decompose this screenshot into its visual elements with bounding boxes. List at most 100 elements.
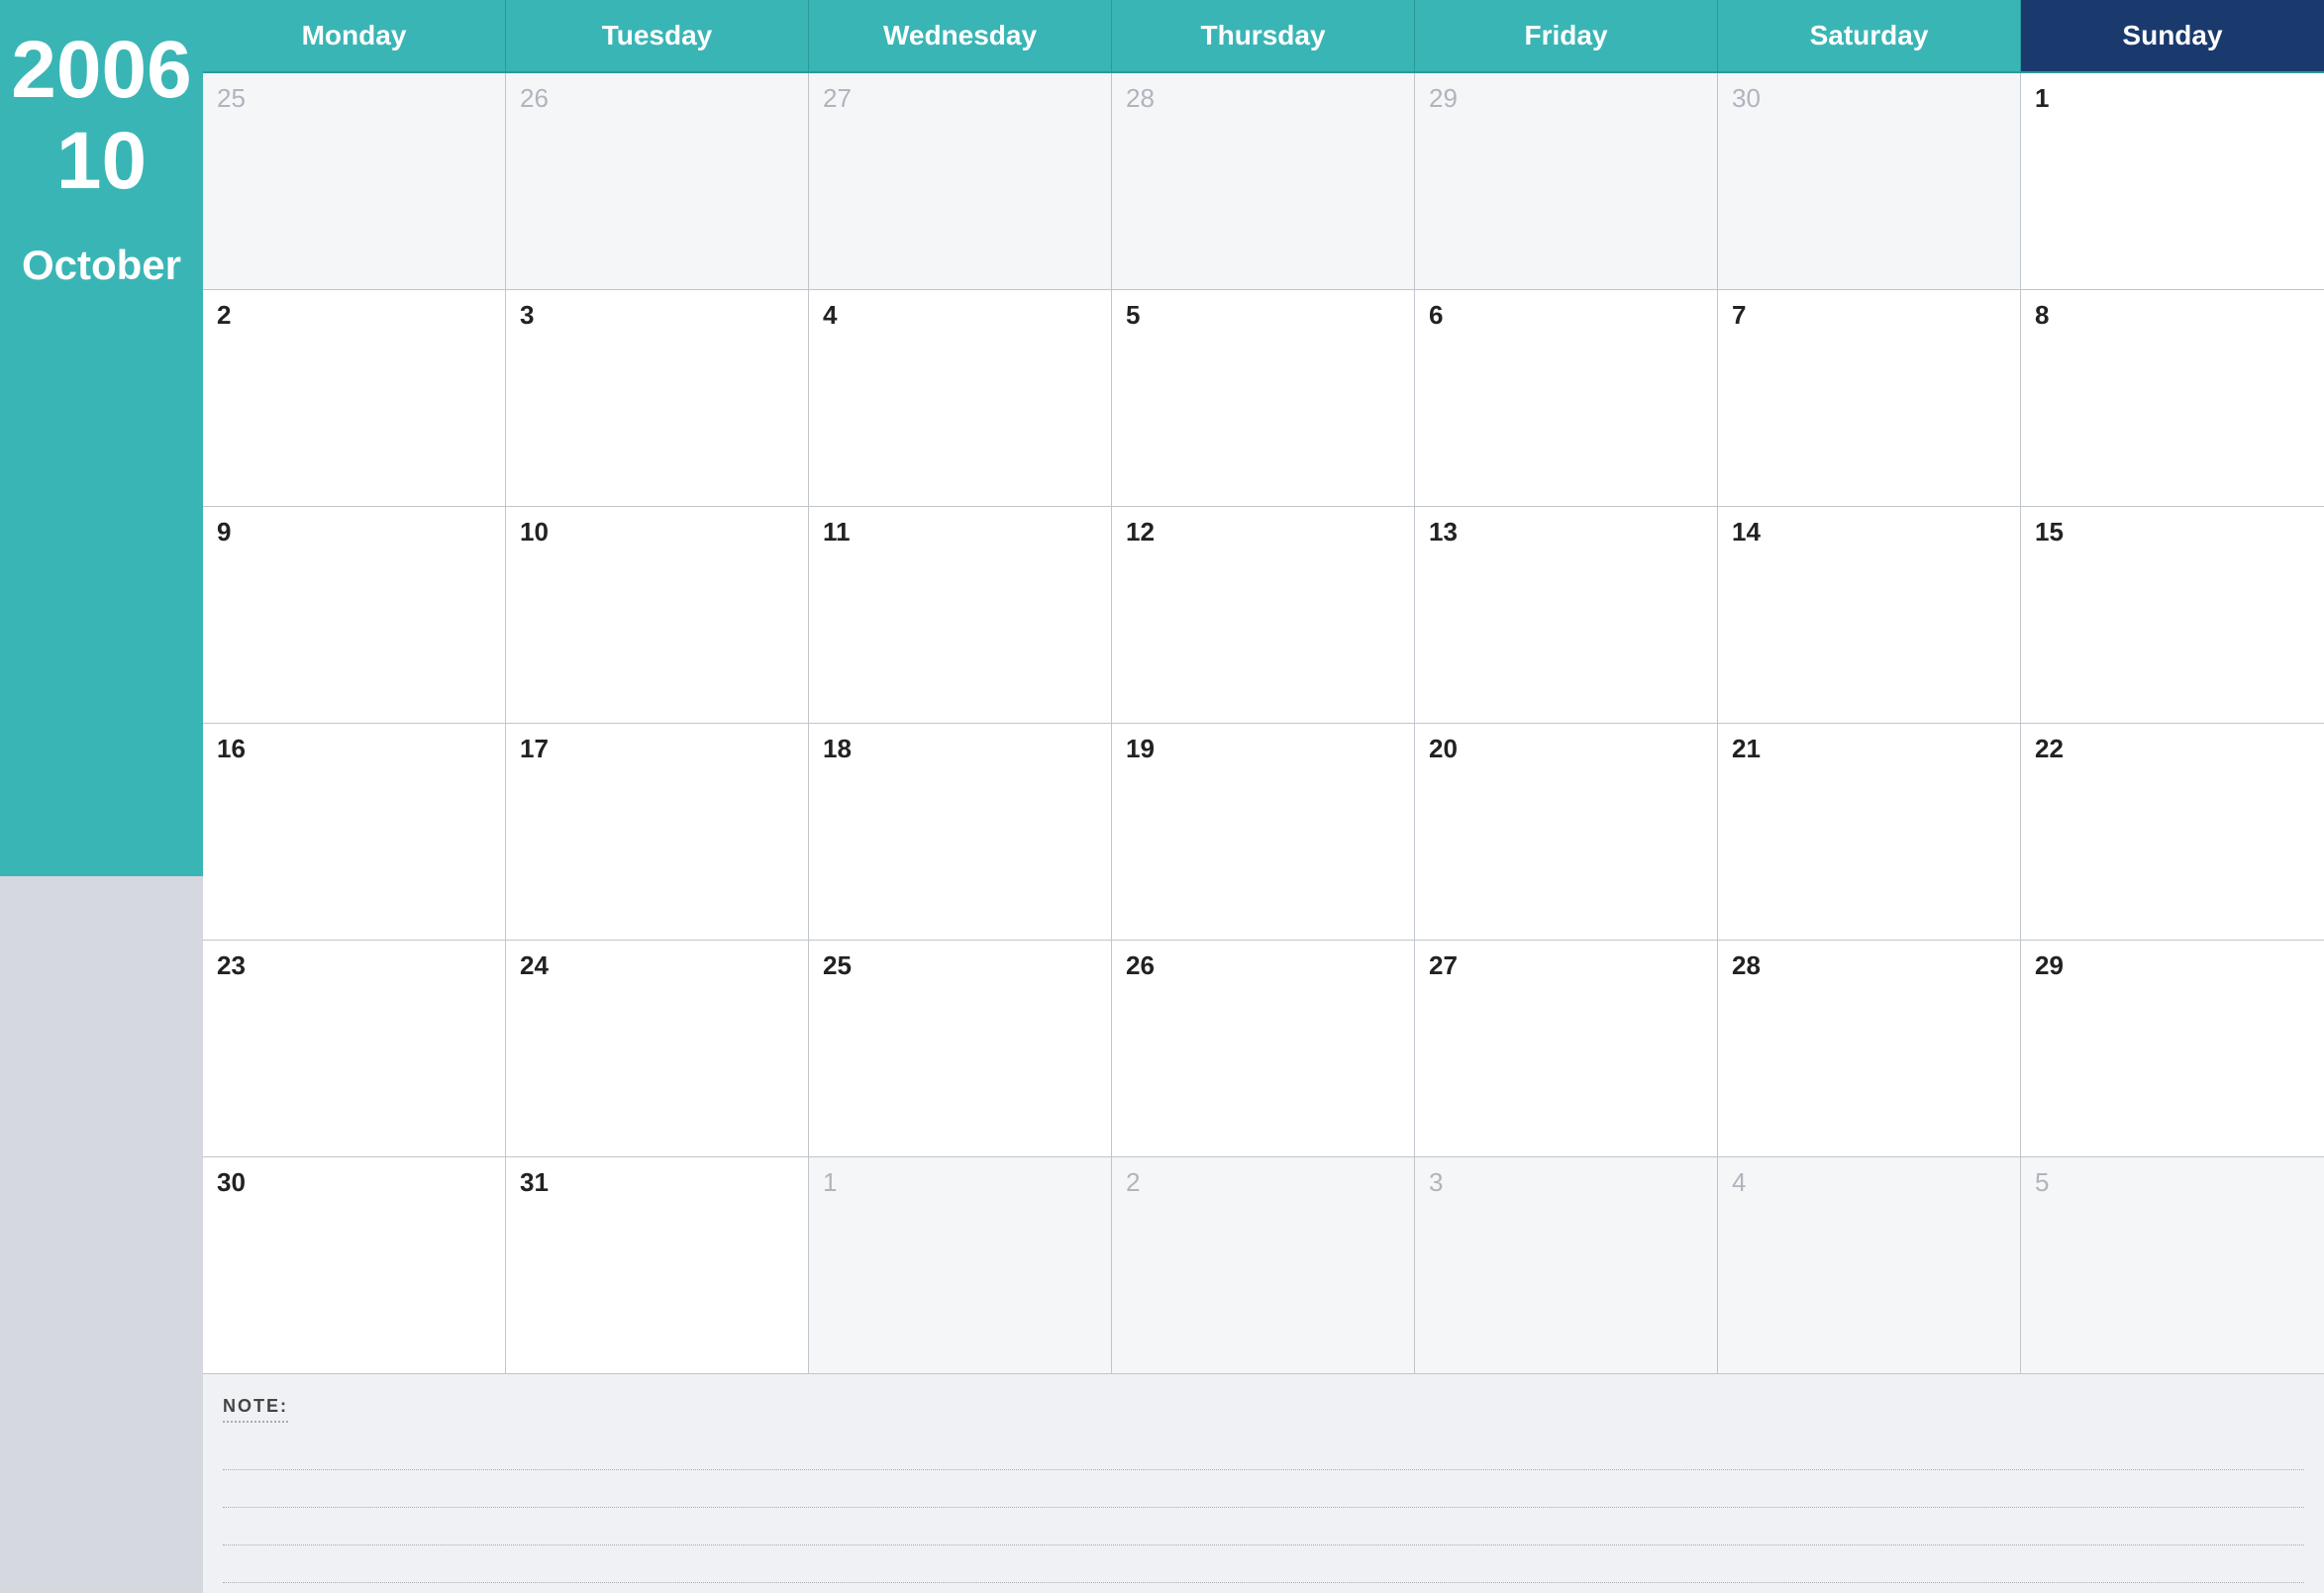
cell-date: 14: [1732, 517, 1761, 547]
calendar-cell[interactable]: 3: [1415, 1157, 1718, 1374]
calendar-cell[interactable]: 24: [506, 941, 809, 1157]
cell-date: 1: [823, 1167, 837, 1197]
calendar-cell[interactable]: 29: [1415, 73, 1718, 290]
calendar-grid: 2526272829301234567891011121314151617181…: [203, 73, 2324, 1374]
cell-date: 27: [1429, 950, 1458, 980]
calendar-cell[interactable]: 27: [809, 73, 1112, 290]
calendar-cell[interactable]: 13: [1415, 507, 1718, 724]
cell-date: 24: [520, 950, 549, 980]
calendar-cell[interactable]: 2: [203, 290, 506, 507]
calendar-cell[interactable]: 10: [506, 507, 809, 724]
cell-date: 21: [1732, 734, 1761, 763]
calendar-cell[interactable]: 5: [1112, 290, 1415, 507]
cell-date: 2: [217, 300, 231, 330]
main-area: MondayTuesdayWednesdayThursdayFridaySatu…: [203, 0, 2324, 1593]
calendar-cell[interactable]: 21: [1718, 724, 2021, 941]
notes-line[interactable]: [223, 1545, 2304, 1583]
calendar-cell[interactable]: 12: [1112, 507, 1415, 724]
calendar-cell[interactable]: 30: [203, 1157, 506, 1374]
sidebar: 2006 10 October: [0, 0, 203, 1593]
calendar-cell[interactable]: 3: [506, 290, 809, 507]
calendar-cell[interactable]: 28: [1718, 941, 2021, 1157]
cell-date: 30: [217, 1167, 246, 1197]
calendar-cell[interactable]: 27: [1415, 941, 1718, 1157]
calendar-cell[interactable]: 19: [1112, 724, 1415, 941]
cell-date: 4: [1732, 1167, 1746, 1197]
day-header-wednesday: Wednesday: [809, 0, 1112, 73]
cell-date: 17: [520, 734, 549, 763]
notes-line[interactable]: [223, 1470, 2304, 1508]
cell-date: 3: [520, 300, 534, 330]
day-headers: MondayTuesdayWednesdayThursdayFridaySatu…: [203, 0, 2324, 73]
cell-date: 27: [823, 83, 852, 113]
calendar-cell[interactable]: 6: [1415, 290, 1718, 507]
calendar-cell[interactable]: 7: [1718, 290, 2021, 507]
cell-date: 13: [1429, 517, 1458, 547]
calendar-cell[interactable]: 18: [809, 724, 1112, 941]
notes-line[interactable]: [223, 1433, 2304, 1470]
calendar-cell[interactable]: 20: [1415, 724, 1718, 941]
notes-label: NOTE:: [223, 1396, 288, 1423]
calendar-cell[interactable]: 15: [2021, 507, 2324, 724]
cell-date: 30: [1732, 83, 1761, 113]
cell-date: 16: [217, 734, 246, 763]
sidebar-month-num: 10: [56, 121, 147, 202]
cell-date: 10: [520, 517, 549, 547]
calendar-cell[interactable]: 4: [809, 290, 1112, 507]
cell-date: 22: [2035, 734, 2064, 763]
calendar-cell[interactable]: 16: [203, 724, 506, 941]
cell-date: 20: [1429, 734, 1458, 763]
calendar-cell[interactable]: 30: [1718, 73, 2021, 290]
cell-date: 23: [217, 950, 246, 980]
cell-date: 26: [520, 83, 549, 113]
calendar-cell[interactable]: 5: [2021, 1157, 2324, 1374]
cell-date: 28: [1732, 950, 1761, 980]
calendar-cell[interactable]: 8: [2021, 290, 2324, 507]
sidebar-month-name: October: [22, 242, 181, 289]
cell-date: 15: [2035, 517, 2064, 547]
day-header-thursday: Thursday: [1112, 0, 1415, 73]
calendar-cell[interactable]: 17: [506, 724, 809, 941]
cell-date: 31: [520, 1167, 549, 1197]
cell-date: 12: [1126, 517, 1155, 547]
cell-date: 6: [1429, 300, 1443, 330]
day-header-friday: Friday: [1415, 0, 1718, 73]
day-header-sunday: Sunday: [2021, 0, 2324, 73]
calendar-cell[interactable]: 25: [203, 73, 506, 290]
cell-date: 25: [823, 950, 852, 980]
cell-date: 11: [823, 517, 851, 547]
calendar-cell[interactable]: 28: [1112, 73, 1415, 290]
calendar-cell[interactable]: 4: [1718, 1157, 2021, 1374]
notes-section: NOTE:: [203, 1374, 2324, 1593]
calendar-cell[interactable]: 29: [2021, 941, 2324, 1157]
cell-date: 29: [2035, 950, 2064, 980]
calendar-wrapper: 2006 10 October MondayTuesdayWednesdayTh…: [0, 0, 2324, 1593]
calendar-cell[interactable]: 25: [809, 941, 1112, 1157]
calendar-cell[interactable]: 26: [1112, 941, 1415, 1157]
cell-date: 9: [217, 517, 231, 547]
cell-date: 3: [1429, 1167, 1443, 1197]
cell-date: 25: [217, 83, 246, 113]
calendar-cell[interactable]: 9: [203, 507, 506, 724]
calendar-cell[interactable]: 26: [506, 73, 809, 290]
cell-date: 4: [823, 300, 837, 330]
calendar-cell[interactable]: 22: [2021, 724, 2324, 941]
day-header-tuesday: Tuesday: [506, 0, 809, 73]
cell-date: 2: [1126, 1167, 1140, 1197]
calendar-cell[interactable]: 31: [506, 1157, 809, 1374]
calendar-cell[interactable]: 2: [1112, 1157, 1415, 1374]
cell-date: 5: [2035, 1167, 2049, 1197]
calendar-cell[interactable]: 14: [1718, 507, 2021, 724]
calendar-cell[interactable]: 11: [809, 507, 1112, 724]
cell-date: 19: [1126, 734, 1155, 763]
cell-date: 7: [1732, 300, 1746, 330]
day-header-saturday: Saturday: [1718, 0, 2021, 73]
cell-date: 18: [823, 734, 852, 763]
cell-date: 29: [1429, 83, 1458, 113]
calendar-cell[interactable]: 1: [2021, 73, 2324, 290]
calendar-cell[interactable]: 1: [809, 1157, 1112, 1374]
cell-date: 28: [1126, 83, 1155, 113]
notes-line[interactable]: [223, 1508, 2304, 1545]
cell-date: 8: [2035, 300, 2049, 330]
calendar-cell[interactable]: 23: [203, 941, 506, 1157]
